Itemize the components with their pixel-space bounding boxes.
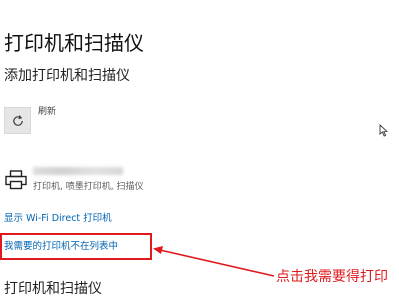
annotation-arrow <box>153 246 275 277</box>
printers-scanners-list-title: 打印机和扫描仪 <box>4 281 102 297</box>
annotation-text: 点击我需要得打印 <box>276 269 388 285</box>
